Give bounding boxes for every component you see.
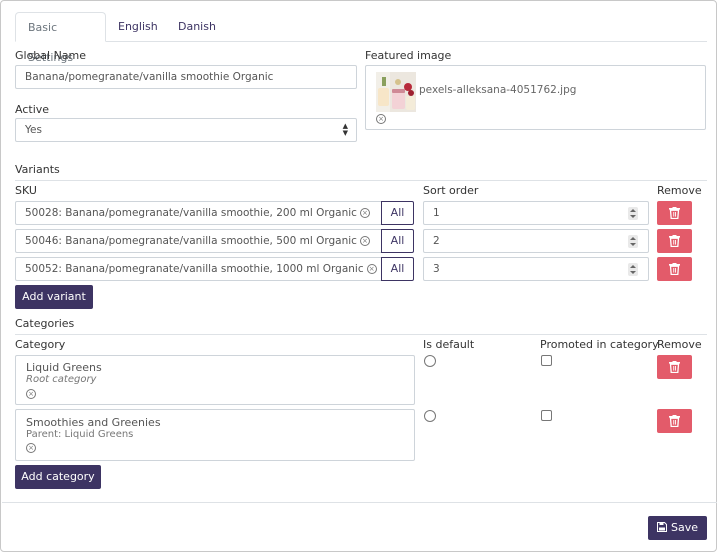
- spinner-icon[interactable]: [628, 263, 638, 276]
- clear-sku-icon[interactable]: ×: [359, 208, 370, 218]
- is-default-radio[interactable]: [424, 355, 436, 367]
- active-label: Active: [15, 103, 50, 116]
- featured-image-filename: pexels-alleksana-4051762.jpg: [419, 84, 577, 96]
- trash-icon: [669, 361, 680, 373]
- select-arrows-icon: ▲ ▼: [342, 122, 348, 137]
- variants-divider: [15, 180, 707, 181]
- promoted-checkbox[interactable]: [541, 355, 552, 366]
- variants-title: Variants: [15, 163, 60, 176]
- featured-image-label: Featured image: [365, 49, 452, 62]
- global-name-input[interactable]: Banana/pomegranate/vanilla smoothie Orga…: [15, 65, 357, 89]
- trash-icon: [669, 415, 680, 427]
- variant-all-button[interactable]: All: [381, 229, 414, 253]
- save-button[interactable]: Save: [648, 516, 707, 540]
- global-name-label: Global Name: [15, 49, 87, 62]
- clear-sku-icon[interactable]: ×: [366, 264, 377, 274]
- variant-sku-value: 50046: Banana/pomegranate/vanilla smooth…: [25, 235, 357, 247]
- add-category-button[interactable]: Add category: [15, 465, 101, 489]
- sort-order-header: Sort order: [423, 184, 479, 197]
- tab-danish[interactable]: Danish: [166, 12, 228, 42]
- variant-all-button[interactable]: All: [381, 257, 414, 281]
- remove-category-button[interactable]: [657, 355, 692, 379]
- categories-title: Categories: [15, 317, 75, 330]
- variant-sku-select[interactable]: 50028: Banana/pomegranate/vanilla smooth…: [15, 201, 382, 225]
- variant-sort-value: 3: [433, 263, 440, 275]
- category-remove-header: Remove: [657, 338, 702, 351]
- active-select[interactable]: Yes ▲ ▼: [15, 118, 357, 142]
- category-name: Liquid Greens: [26, 361, 102, 374]
- variant-sort-input[interactable]: 3: [423, 257, 649, 281]
- variant-sort-value: 1: [433, 207, 440, 219]
- trash-icon: [669, 235, 680, 247]
- variant-remove-header: Remove: [657, 184, 702, 197]
- remove-category-button[interactable]: [657, 409, 692, 433]
- variant-sort-value: 2: [433, 235, 440, 247]
- tab-english[interactable]: English: [106, 12, 170, 42]
- save-label: Save: [670, 521, 698, 534]
- variant-sort-input[interactable]: 1: [423, 201, 649, 225]
- clear-sku-icon[interactable]: ×: [359, 236, 370, 246]
- trash-icon: [669, 207, 680, 219]
- category-name: Smoothies and Greenies: [26, 416, 161, 429]
- is-default-radio[interactable]: [424, 410, 436, 422]
- variant-sku-select[interactable]: 50046: Banana/pomegranate/vanilla smooth…: [15, 229, 382, 253]
- variant-all-button[interactable]: All: [381, 201, 414, 225]
- add-variant-button[interactable]: Add variant: [15, 285, 93, 309]
- remove-variant-button[interactable]: [657, 201, 692, 225]
- is-default-header: Is default: [423, 338, 475, 351]
- remove-image-icon[interactable]: ×: [376, 114, 386, 124]
- remove-variant-button[interactable]: [657, 257, 692, 281]
- tab-basic-settings[interactable]: Basic Settings: [15, 12, 106, 64]
- category-parent: Parent: Liquid Greens: [26, 429, 134, 440]
- variant-sort-input[interactable]: 2: [423, 229, 649, 253]
- category-select[interactable]: Smoothies and Greenies Parent: Liquid Gr…: [15, 409, 415, 461]
- category-header: Category: [15, 338, 66, 351]
- spinner-icon[interactable]: [628, 235, 638, 248]
- category-select[interactable]: Liquid Greens Root category ×: [15, 355, 415, 405]
- spinner-icon[interactable]: [628, 207, 638, 220]
- footer-divider: [2, 502, 717, 503]
- clear-category-icon[interactable]: ×: [26, 443, 36, 453]
- category-parent: Root category: [26, 374, 97, 385]
- remove-variant-button[interactable]: [657, 229, 692, 253]
- featured-image-box[interactable]: pexels-alleksana-4051762.jpg ×: [365, 65, 706, 130]
- variant-sku-select[interactable]: 50052: Banana/pomegranate/vanilla smooth…: [15, 257, 382, 281]
- featured-image-thumbnail: [376, 72, 416, 112]
- clear-category-icon[interactable]: ×: [26, 389, 36, 399]
- active-select-value: Yes: [25, 124, 42, 136]
- trash-icon: [669, 263, 680, 275]
- sku-header: SKU: [15, 184, 37, 197]
- categories-divider: [15, 334, 707, 335]
- variant-sku-value: 50052: Banana/pomegranate/vanilla smooth…: [25, 263, 364, 275]
- floppy-disk-icon: [656, 522, 667, 532]
- promoted-checkbox[interactable]: [541, 410, 552, 421]
- variant-sku-value: 50028: Banana/pomegranate/vanilla smooth…: [25, 207, 357, 219]
- promoted-header: Promoted in category: [540, 338, 659, 351]
- settings-panel: Basic Settings English Danish Global Nam…: [0, 0, 717, 552]
